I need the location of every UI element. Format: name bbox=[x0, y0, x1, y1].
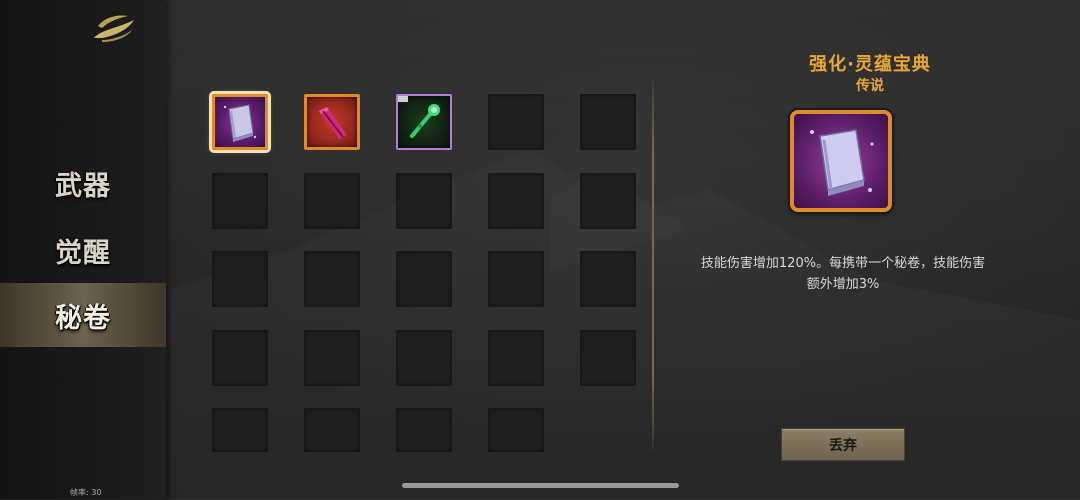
sidebar-item-label: 武器 bbox=[55, 170, 111, 202]
inventory-slot-empty[interactable] bbox=[580, 173, 636, 229]
item-detail-icon-frame bbox=[790, 110, 892, 212]
sidebar-item-label: 觉醒 bbox=[55, 237, 111, 269]
spellbook-icon bbox=[810, 129, 874, 196]
fps-counter: 帧率: 30 bbox=[70, 488, 102, 497]
inventory-slot-empty[interactable] bbox=[396, 408, 452, 452]
inventory-slot-empty[interactable] bbox=[488, 251, 544, 307]
inventory-slot-empty[interactable] bbox=[396, 173, 452, 229]
inventory-slot-green-staff[interactable] bbox=[396, 94, 452, 150]
inventory-slot-empty[interactable] bbox=[396, 251, 452, 307]
inventory-slot-empty[interactable] bbox=[580, 330, 636, 386]
spellbook-icon bbox=[223, 104, 257, 142]
inventory-slot-empty[interactable] bbox=[580, 251, 636, 307]
inventory-slot-empty[interactable] bbox=[488, 408, 544, 452]
sidebar-item-label: 秘卷 bbox=[55, 302, 111, 334]
panel-divider bbox=[652, 78, 654, 450]
red-scroll-icon bbox=[319, 107, 347, 139]
item-description: 技能伤害增加120%。每携带一个秘卷，技能伤害额外增加3% bbox=[700, 256, 986, 292]
sidebar: 武器 觉醒 秘卷 帧率: 30 bbox=[0, 0, 166, 499]
inventory-slot-empty[interactable] bbox=[488, 94, 544, 150]
discard-button[interactable]: 丢弃 bbox=[781, 428, 905, 461]
inventory-slot-empty[interactable] bbox=[304, 251, 360, 307]
inventory-slot-spellbook[interactable] bbox=[209, 91, 271, 153]
inventory-slot-red-scroll[interactable] bbox=[304, 94, 360, 150]
item-rarity: 传说 bbox=[856, 78, 884, 94]
sidebar-item-weapons[interactable]: 武器 bbox=[0, 155, 166, 211]
inventory-slot-empty[interactable] bbox=[488, 173, 544, 229]
inventory-slot-empty[interactable] bbox=[304, 330, 360, 386]
inventory-slot-empty[interactable] bbox=[212, 330, 268, 386]
inventory-slot-empty[interactable] bbox=[212, 173, 268, 229]
item-tag-icon bbox=[398, 96, 408, 102]
inventory-slot-empty[interactable] bbox=[580, 94, 636, 150]
sidebar-item-awaken[interactable]: 觉醒 bbox=[0, 222, 166, 278]
inventory-slot-empty[interactable] bbox=[304, 408, 360, 452]
item-title: 强化·灵蕴宝典 bbox=[809, 54, 931, 75]
game-logo-icon bbox=[94, 15, 134, 42]
home-indicator-bar[interactable] bbox=[402, 483, 679, 488]
sidebar-item-scrolls[interactable]: 秘卷 bbox=[0, 283, 166, 347]
inventory-slot-empty[interactable] bbox=[304, 173, 360, 229]
inventory-slot-empty[interactable] bbox=[396, 330, 452, 386]
inventory-slot-empty[interactable] bbox=[488, 330, 544, 386]
green-staff-icon bbox=[410, 104, 440, 138]
inventory-slot-empty[interactable] bbox=[212, 408, 268, 452]
inventory-slot-empty[interactable] bbox=[212, 251, 268, 307]
